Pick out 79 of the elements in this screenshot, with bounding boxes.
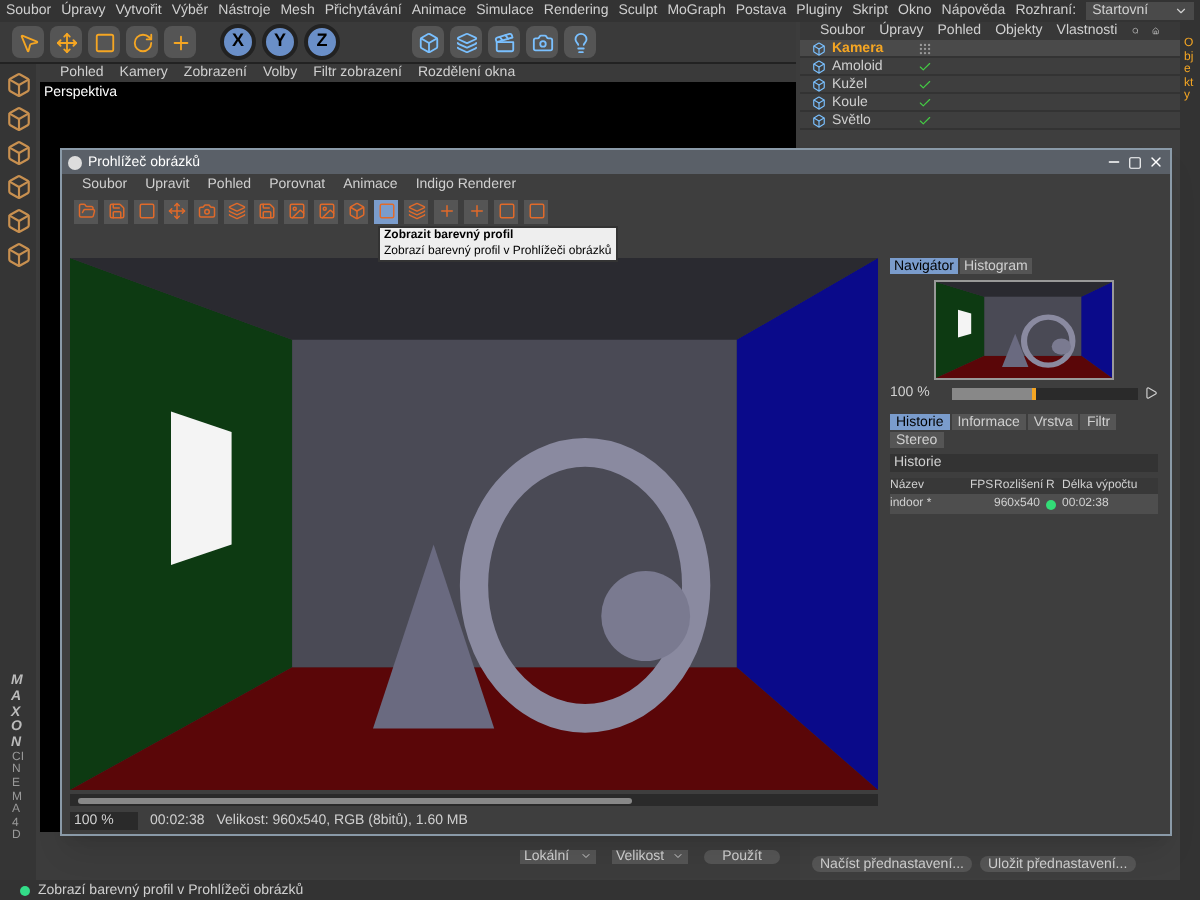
caret-icon xyxy=(672,850,684,862)
tool-icon xyxy=(55,31,77,53)
tool-button[interactable] xyxy=(164,199,188,223)
object-icon xyxy=(812,113,826,127)
cube-icon xyxy=(5,72,31,98)
close-icon[interactable] xyxy=(1148,154,1164,170)
check-icon[interactable] xyxy=(918,95,932,109)
tool-button[interactable] xyxy=(564,26,596,58)
tool-icon xyxy=(377,202,395,220)
tool-button[interactable] xyxy=(74,199,98,223)
tool-button[interactable] xyxy=(284,199,308,223)
tool-button[interactable] xyxy=(450,26,482,58)
cube-icon xyxy=(5,106,31,132)
tool-icon xyxy=(569,31,591,53)
tool-icon xyxy=(407,202,425,220)
tool-icon xyxy=(417,31,439,53)
caret-icon xyxy=(580,850,592,862)
tool-button[interactable] xyxy=(194,199,218,223)
horizontal-scrollbar[interactable] xyxy=(70,794,878,806)
tool-button[interactable] xyxy=(134,199,158,223)
tool-button[interactable] xyxy=(314,199,338,223)
cube-icon xyxy=(5,140,31,166)
app-icon xyxy=(68,155,82,169)
tool-icon xyxy=(347,202,365,220)
tool-button[interactable] xyxy=(412,26,444,58)
axis-button[interactable]: Y xyxy=(262,24,298,60)
tool-icon xyxy=(467,202,485,220)
check-icon[interactable] xyxy=(918,77,932,91)
tool-button[interactable] xyxy=(526,26,558,58)
tool-icon xyxy=(493,31,515,53)
tool-icon xyxy=(455,31,477,53)
tool-button[interactable] xyxy=(464,199,488,223)
tool-icon xyxy=(137,202,155,220)
tool-icon xyxy=(77,202,95,220)
tool-button[interactable] xyxy=(126,26,158,58)
play-icon[interactable] xyxy=(1144,386,1158,400)
caret-icon xyxy=(1174,4,1188,18)
check-icon[interactable] xyxy=(918,59,932,73)
tool-button[interactable] xyxy=(164,26,196,58)
check-icon[interactable] xyxy=(918,113,932,127)
tool-button[interactable] xyxy=(374,199,398,223)
tool-icon xyxy=(287,202,305,220)
tool-icon xyxy=(227,202,245,220)
maximize-icon[interactable] xyxy=(1128,155,1142,169)
tool-icon xyxy=(257,202,275,220)
object-icon xyxy=(812,95,826,109)
tool-icon xyxy=(531,31,553,53)
tool-button[interactable] xyxy=(12,26,44,58)
tool-icon xyxy=(317,202,335,220)
object-icon xyxy=(812,59,826,73)
zoom-slider[interactable] xyxy=(952,387,1138,399)
object-icon xyxy=(812,41,826,55)
tool-button[interactable] xyxy=(488,26,520,58)
tool-button[interactable] xyxy=(50,26,82,58)
axis-button[interactable]: X xyxy=(220,24,256,60)
cube-icon xyxy=(5,174,31,200)
tool-icon xyxy=(93,31,115,53)
tool-icon xyxy=(167,202,185,220)
axis-button[interactable]: Z xyxy=(304,24,340,60)
tool-button[interactable] xyxy=(524,199,548,223)
tool-button[interactable] xyxy=(344,199,368,223)
tool-icon xyxy=(107,202,125,220)
tool-button[interactable] xyxy=(104,199,128,223)
tool-button[interactable] xyxy=(254,199,278,223)
tool-icon xyxy=(197,202,215,220)
search-icon[interactable] xyxy=(1131,24,1139,38)
cube-icon xyxy=(5,208,31,234)
tool-button[interactable] xyxy=(88,26,120,58)
object-icon xyxy=(812,77,826,91)
tool-icon xyxy=(437,202,455,220)
home-icon[interactable] xyxy=(1152,24,1160,38)
tool-button[interactable] xyxy=(404,199,428,223)
tool-button[interactable] xyxy=(224,199,248,223)
tool-icon xyxy=(131,31,153,53)
cube-icon xyxy=(5,242,31,268)
tool-button[interactable] xyxy=(434,199,458,223)
tool-icon xyxy=(169,31,191,53)
tool-icon xyxy=(17,31,39,53)
tool-button[interactable] xyxy=(494,199,518,223)
